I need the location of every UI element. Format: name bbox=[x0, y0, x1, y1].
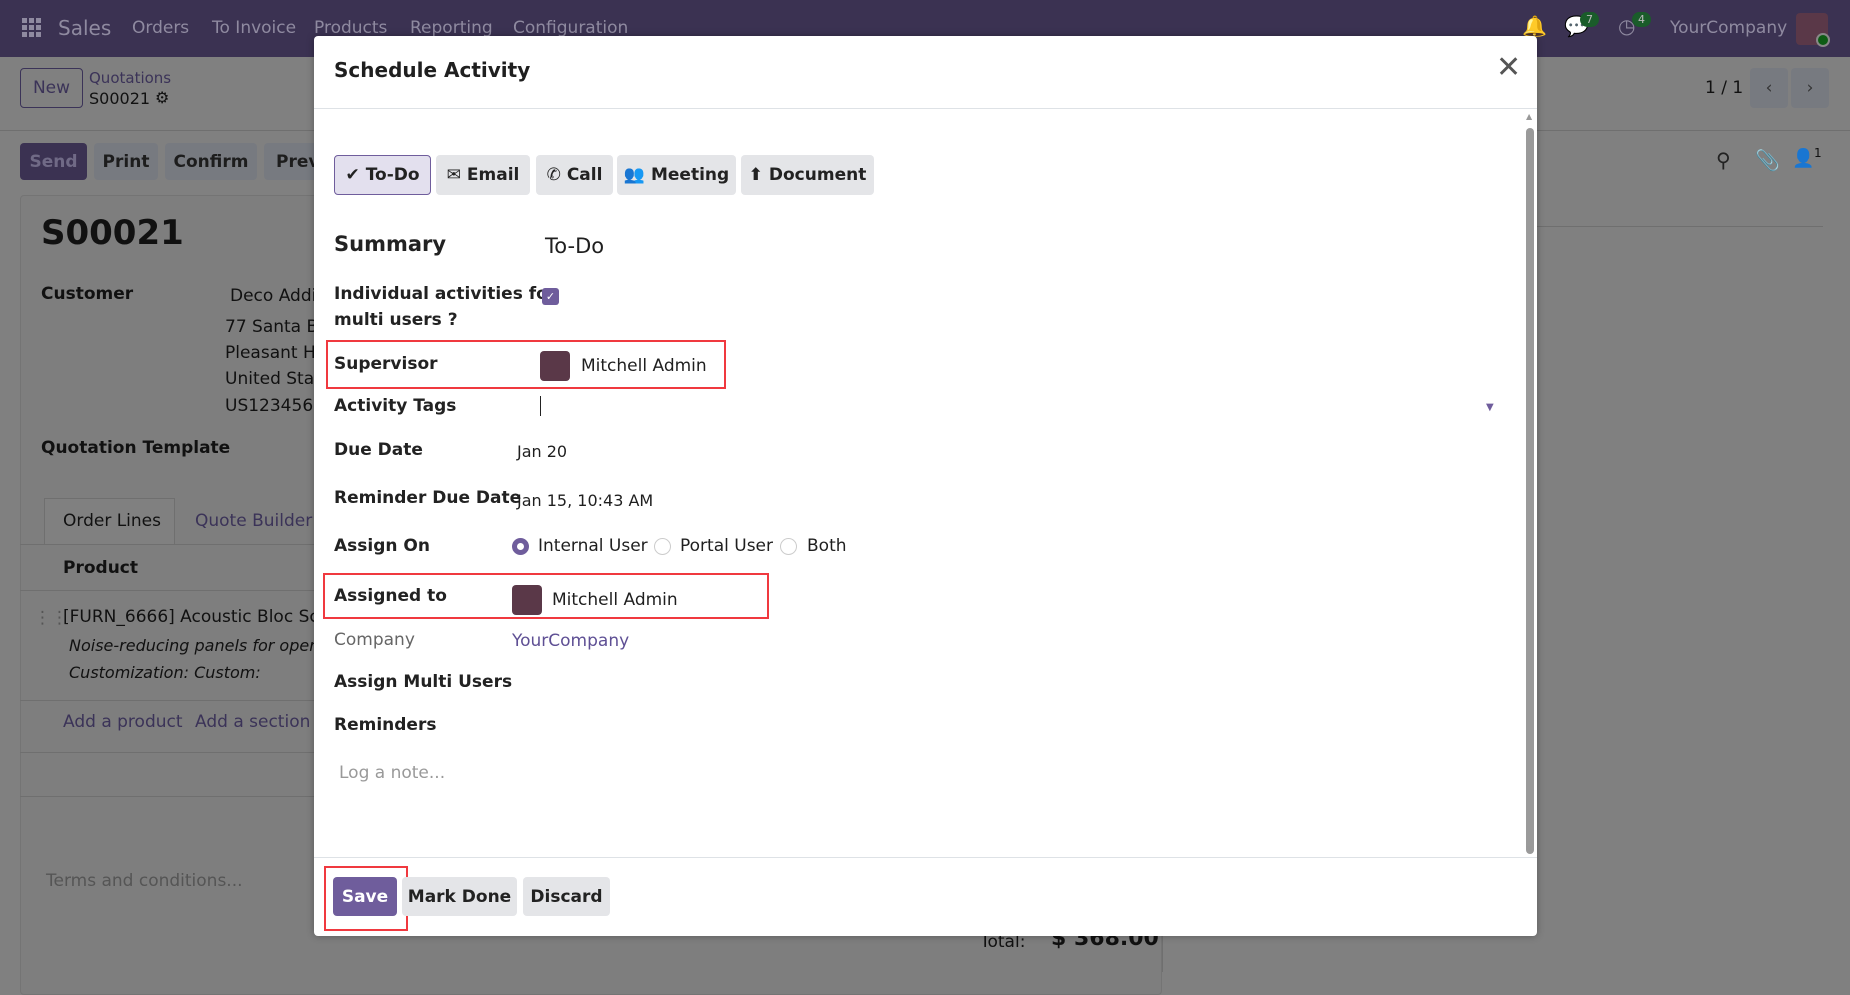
record-name: S00021 bbox=[41, 213, 184, 253]
users-icon: 👥 bbox=[623, 165, 645, 185]
supervisor-label: Supervisor bbox=[334, 354, 438, 374]
assigned-avatar bbox=[512, 585, 542, 615]
address-line: US1234567 bbox=[225, 396, 324, 416]
order-line-desc: Noise-reducing panels for open s bbox=[69, 636, 333, 655]
activity-type-label: Call bbox=[566, 165, 603, 185]
menu-reporting[interactable]: Reporting bbox=[410, 18, 493, 38]
customer-label: Customer bbox=[41, 284, 134, 304]
tab-order-lines-label: Order Lines bbox=[63, 511, 161, 531]
radio-portal-user-label[interactable]: Portal User bbox=[680, 536, 773, 556]
individual-activities-checkbox[interactable]: ✓ bbox=[542, 288, 559, 305]
dialog-title: Schedule Activity bbox=[334, 58, 531, 82]
scroll-down-icon[interactable]: ▼ bbox=[1526, 844, 1532, 853]
schedule-activity-dialog: Schedule Activity ✕ ✔ To-Do ✉ Email ✆ Call … bbox=[314, 36, 1537, 936]
terms-input[interactable]: Terms and conditions... bbox=[46, 871, 243, 891]
followers-icon[interactable]: 👤 bbox=[1792, 148, 1814, 169]
upload-icon: ⬆ bbox=[748, 165, 763, 185]
discard-button[interactable]: Discard bbox=[523, 877, 610, 916]
menu-to-invoice[interactable]: To Invoice bbox=[212, 18, 296, 38]
close-icon[interactable]: ✕ bbox=[1496, 50, 1521, 85]
search-icon[interactable]: ⚲ bbox=[1716, 148, 1731, 172]
menu-products[interactable]: Products bbox=[314, 18, 387, 38]
assign-on-label: Assign On bbox=[334, 536, 430, 556]
radio-internal-user-label[interactable]: Internal User bbox=[538, 536, 648, 556]
activity-tags-input[interactable] bbox=[540, 396, 1490, 420]
reminder-due-date-label: Reminder Due Date bbox=[334, 488, 522, 508]
company-link[interactable]: YourCompany bbox=[512, 631, 629, 651]
chat-badge: 7 bbox=[1580, 12, 1599, 27]
note-input[interactable]: Log a note... bbox=[339, 763, 445, 783]
apps-menu-icon[interactable] bbox=[22, 18, 42, 38]
save-button[interactable]: Save bbox=[333, 877, 397, 916]
radio-portal-user[interactable] bbox=[654, 538, 671, 555]
activity-type-email[interactable]: ✉ Email bbox=[436, 155, 530, 195]
app-name[interactable]: Sales bbox=[58, 16, 111, 40]
due-date-label: Due Date bbox=[334, 440, 423, 460]
individual-activities-label: Individual activities for bbox=[334, 284, 557, 304]
activity-type-label: Document bbox=[768, 165, 867, 185]
activity-type-meeting[interactable]: 👥 Meeting bbox=[617, 155, 736, 195]
radio-both-label[interactable]: Both bbox=[807, 536, 847, 556]
activity-type-label: Meeting bbox=[650, 165, 730, 185]
paperclip-icon[interactable]: 📎 bbox=[1755, 148, 1780, 172]
new-button[interactable]: New bbox=[20, 68, 83, 108]
send-button[interactable]: Send bbox=[20, 143, 87, 180]
add-section-link[interactable]: Add a section bbox=[195, 712, 310, 732]
address-line: Pleasant Hi bbox=[225, 343, 321, 363]
activity-badge: 4 bbox=[1632, 12, 1651, 27]
company-switcher[interactable]: YourCompany bbox=[1670, 18, 1787, 38]
confirm-button[interactable]: Confirm bbox=[165, 143, 257, 180]
envelope-icon: ✉ bbox=[446, 165, 461, 185]
customer-name[interactable]: Deco Addi bbox=[230, 286, 316, 306]
activity-type-document[interactable]: ⬆ Document bbox=[741, 155, 874, 195]
scrollbar[interactable] bbox=[1526, 128, 1534, 854]
online-status-icon bbox=[1816, 33, 1830, 47]
pager-prev-button[interactable]: ‹ bbox=[1750, 68, 1788, 108]
assigned-to-field[interactable]: Mitchell Admin bbox=[552, 590, 678, 610]
menu-configuration[interactable]: Configuration bbox=[513, 18, 628, 38]
assigned-to-label: Assigned to bbox=[334, 586, 447, 606]
summary-input[interactable]: To-Do bbox=[545, 234, 604, 258]
radio-internal-user[interactable] bbox=[512, 538, 529, 555]
phone-icon: ✆ bbox=[546, 165, 561, 185]
activity-type-label: To-Do bbox=[365, 165, 420, 185]
chevron-down-icon[interactable]: ▼ bbox=[1486, 402, 1494, 413]
activity-type-label: Email bbox=[466, 165, 520, 185]
reminders-label: Reminders bbox=[334, 715, 437, 735]
assign-multi-users-label: Assign Multi Users bbox=[334, 672, 513, 692]
activity-type-call[interactable]: ✆ Call bbox=[536, 155, 613, 195]
reminder-due-date-input[interactable]: Jan 15, 10:43 AM bbox=[517, 491, 653, 510]
mark-done-button[interactable]: Mark Done bbox=[402, 877, 517, 916]
individual-activities-label-2: multi users ? bbox=[334, 310, 458, 330]
radio-both[interactable] bbox=[780, 538, 797, 555]
supervisor-field[interactable]: Mitchell Admin bbox=[581, 356, 707, 376]
summary-label: Summary bbox=[334, 232, 447, 256]
quotation-template-label: Quotation Template bbox=[41, 438, 231, 458]
tab-quote-builder[interactable]: Quote Builder bbox=[195, 511, 312, 531]
due-date-input[interactable]: Jan 20 bbox=[517, 442, 567, 461]
add-product-link[interactable]: Add a product bbox=[63, 712, 183, 732]
followers-count: 1 bbox=[1814, 146, 1822, 160]
pager-next-button[interactable]: › bbox=[1791, 68, 1829, 108]
address-line: United Stat bbox=[225, 369, 321, 389]
activity-type-todo[interactable]: ✔ To-Do bbox=[334, 155, 431, 195]
gear-icon[interactable]: ⚙ bbox=[155, 88, 169, 107]
print-button[interactable]: Print bbox=[94, 143, 158, 180]
check-icon: ✔ bbox=[345, 165, 360, 185]
scroll-up-icon[interactable]: ▲ bbox=[1526, 112, 1532, 121]
breadcrumb-quotations[interactable]: Quotations bbox=[89, 69, 171, 87]
menu-orders[interactable]: Orders bbox=[132, 18, 189, 38]
order-line-desc: Customization: Custom: bbox=[69, 663, 261, 682]
product-column-header: Product bbox=[63, 558, 138, 578]
order-line-product[interactable]: [FURN_6666] Acoustic Bloc Scre bbox=[63, 607, 336, 627]
company-label: Company bbox=[334, 630, 415, 650]
activity-tags-label: Activity Tags bbox=[334, 396, 457, 416]
pager-value[interactable]: 1 / 1 bbox=[1705, 78, 1743, 98]
supervisor-avatar bbox=[540, 351, 570, 381]
breadcrumb-current: S00021 bbox=[89, 89, 151, 108]
bell-icon[interactable]: 🔔 bbox=[1522, 14, 1547, 38]
